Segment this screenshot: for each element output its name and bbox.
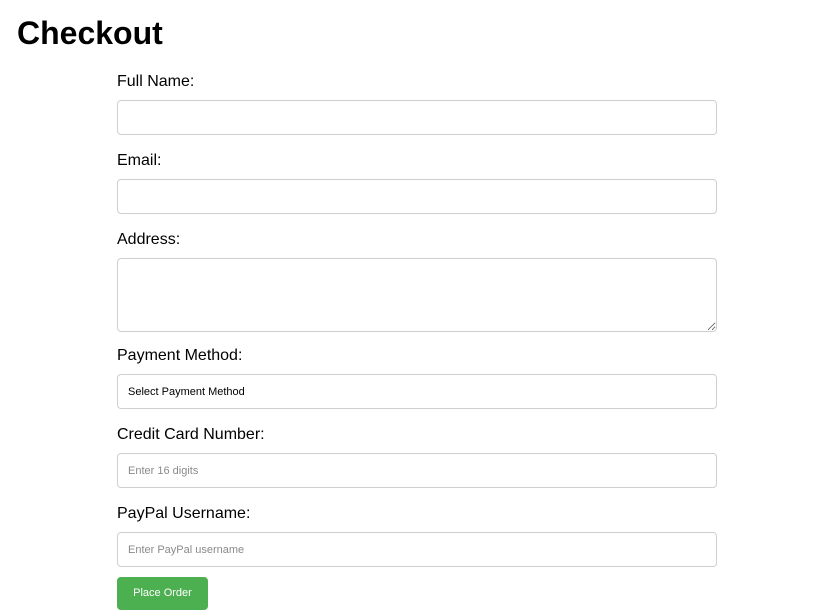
- full-name-label: Full Name:: [117, 73, 195, 90]
- full-name-input[interactable]: [117, 100, 717, 135]
- payment-method-label: Payment Method:: [117, 347, 243, 364]
- checkout-page: Checkout Full Name: Email: Address: Paym…: [0, 0, 828, 616]
- email-label: Email:: [117, 152, 162, 169]
- credit-card-input[interactable]: [117, 453, 717, 488]
- place-order-button[interactable]: Place Order: [117, 577, 208, 610]
- payment-method-select[interactable]: Select Payment Method: [117, 374, 717, 409]
- paypal-username-label: PayPal Username:: [117, 505, 251, 522]
- address-label: Address:: [117, 231, 181, 248]
- credit-card-label: Credit Card Number:: [117, 426, 265, 443]
- email-input[interactable]: [117, 179, 717, 214]
- checkout-form: Full Name: Email: Address: Payment Metho…: [117, 72, 717, 610]
- paypal-username-input[interactable]: [117, 532, 717, 567]
- payment-method-selected-value: Select Payment Method: [128, 385, 245, 398]
- address-textarea[interactable]: [117, 258, 717, 332]
- page-title: Checkout: [17, 15, 163, 51]
